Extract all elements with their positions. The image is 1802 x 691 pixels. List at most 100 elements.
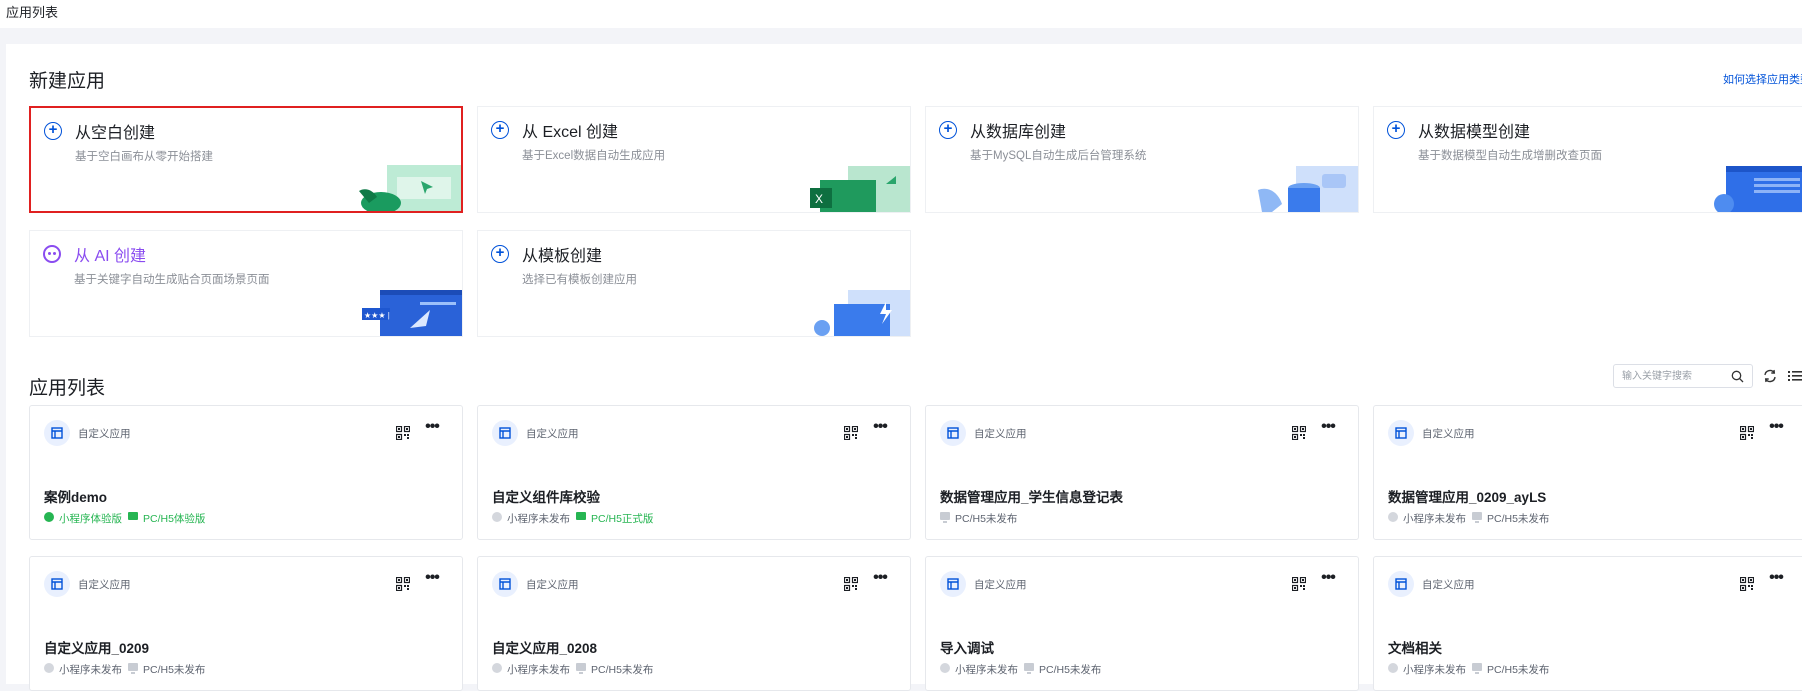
- app-type-label: 自定义应用: [1422, 428, 1475, 440]
- app-type-label: 自定义应用: [526, 579, 579, 591]
- monitor-icon: [576, 512, 586, 520]
- app-type-icon: [940, 571, 966, 597]
- pc-status: PC/H5未发布: [940, 511, 1017, 526]
- database-illustration-icon: [1258, 166, 1358, 212]
- app-card[interactable]: 自定义应用 ••• 自定义应用_0208 小程序未发布 PC/H5未发布: [477, 556, 911, 691]
- miniprogram-status: 小程序未发布: [44, 662, 122, 677]
- miniprogram-status-text: 小程序未发布: [955, 664, 1018, 676]
- plus-circle-icon: +: [491, 245, 509, 263]
- page-title: 应用列表: [6, 5, 59, 20]
- more-icon[interactable]: •••: [422, 570, 442, 591]
- qrcode-icon[interactable]: [395, 576, 411, 592]
- status-dot-icon: [492, 512, 502, 522]
- miniprogram-status: 小程序未发布: [492, 662, 570, 677]
- more-icon[interactable]: •••: [422, 419, 442, 440]
- svg-text:★★★ |: ★★★ |: [364, 311, 390, 320]
- app-type-icon: [940, 420, 966, 446]
- card-subtitle: 基于MySQL自动生成后台管理系统: [970, 150, 1147, 162]
- app-type-label: 自定义应用: [78, 428, 131, 440]
- refresh-icon[interactable]: [1762, 368, 1778, 384]
- create-blank-card[interactable]: + 从空白创建 基于空白画布从零开始搭建: [29, 106, 463, 213]
- status-dot-icon: [1388, 512, 1398, 522]
- miniprogram-status-text: 小程序未发布: [1403, 664, 1466, 676]
- qrcode-icon[interactable]: [1291, 425, 1307, 441]
- pc-status: PC/H5未发布: [576, 662, 653, 677]
- app-name: 自定义应用_0209: [44, 641, 150, 656]
- card-subtitle: 基于Excel数据自动生成应用: [522, 150, 666, 162]
- create-template-card[interactable]: + 从模板创建 选择已有模板创建应用: [477, 230, 911, 337]
- app-type-label: 自定义应用: [78, 579, 131, 591]
- help-link[interactable]: 如何选择应用类型?: [1723, 71, 1802, 87]
- ai-illustration-icon: ★★★ |: [362, 290, 462, 336]
- more-icon[interactable]: •••: [1766, 419, 1786, 440]
- monitor-icon: [576, 663, 586, 674]
- monitor-icon: [1024, 663, 1034, 674]
- pc-status: PC/H5体验版: [128, 511, 205, 526]
- list-toolbar: [1613, 364, 1802, 388]
- card-title: 从数据库创建: [970, 124, 1067, 141]
- more-icon[interactable]: •••: [1318, 570, 1338, 591]
- search-input[interactable]: [1622, 369, 1722, 384]
- app-card[interactable]: 自定义应用 ••• 案例demo 小程序体验版 PC/H5体验版: [29, 405, 463, 540]
- more-icon[interactable]: •••: [1766, 570, 1786, 591]
- app-type-icon: [44, 571, 70, 597]
- qrcode-icon[interactable]: [1739, 576, 1755, 592]
- app-type-icon: [492, 420, 518, 446]
- pc-status-text: PC/H5未发布: [143, 664, 206, 676]
- qrcode-icon[interactable]: [1739, 425, 1755, 441]
- app-card[interactable]: 自定义应用 ••• 自定义组件库校验 小程序未发布 PC/H5正式版: [477, 405, 911, 540]
- qrcode-icon[interactable]: [843, 425, 859, 441]
- monitor-icon: [1472, 512, 1482, 523]
- app-name: 文档相关: [1388, 641, 1442, 656]
- create-database-card[interactable]: + 从数据库创建 基于MySQL自动生成后台管理系统: [925, 106, 1359, 213]
- app-card[interactable]: 自定义应用 ••• 导入调试 小程序未发布 PC/H5未发布: [925, 556, 1359, 691]
- excel-illustration-icon: X: [810, 166, 910, 212]
- pc-status: PC/H5正式版: [576, 511, 653, 526]
- app-type-label: 自定义应用: [974, 428, 1027, 440]
- list-section-title: 应用列表: [29, 378, 106, 399]
- card-subtitle: 基于空白画布从零开始搭建: [75, 151, 213, 163]
- top-bar: 应用列表: [0, 0, 1802, 28]
- app-type-icon: [492, 571, 518, 597]
- blank-canvas-illustration-icon: [359, 165, 461, 211]
- create-section-title: 新建应用: [29, 71, 106, 92]
- create-excel-card[interactable]: + 从 Excel 创建 基于Excel数据自动生成应用 X: [477, 106, 911, 213]
- more-icon[interactable]: •••: [870, 570, 890, 591]
- search-box: [1613, 364, 1753, 388]
- app-card[interactable]: 自定义应用 ••• 文档相关 小程序未发布 PC/H5未发布: [1373, 556, 1802, 691]
- qrcode-icon[interactable]: [843, 576, 859, 592]
- template-illustration-icon: [814, 290, 910, 336]
- datamodel-illustration-icon: [1714, 166, 1802, 212]
- pc-status-text: PC/H5未发布: [1487, 664, 1550, 676]
- miniprogram-status: 小程序未发布: [492, 511, 570, 526]
- card-subtitle: 基于关键字自动生成贴合页面场景页面: [74, 274, 270, 286]
- monitor-icon: [128, 512, 138, 520]
- plus-circle-icon: +: [44, 122, 62, 140]
- app-card[interactable]: 自定义应用 ••• 数据管理应用_学生信息登记表 PC/H5未发布: [925, 405, 1359, 540]
- pc-status: PC/H5未发布: [1472, 662, 1549, 677]
- plus-circle-icon: +: [939, 121, 957, 139]
- card-title: 从空白创建: [75, 125, 156, 142]
- search-icon[interactable]: [1731, 370, 1744, 383]
- monitor-icon: [1472, 663, 1482, 674]
- miniprogram-status-text: 小程序体验版: [59, 513, 122, 525]
- status-dot-icon: [44, 663, 54, 673]
- card-title: 从 Excel 创建: [522, 124, 619, 141]
- list-view-icon[interactable]: [1787, 368, 1802, 384]
- create-ai-card[interactable]: 从 AI 创建 基于关键字自动生成贴合页面场景页面 ★★★ |: [29, 230, 463, 337]
- qrcode-icon[interactable]: [395, 425, 411, 441]
- more-icon[interactable]: •••: [870, 419, 890, 440]
- app-card[interactable]: 自定义应用 ••• 数据管理应用_0209_ayLS 小程序未发布 PC/H5未发布: [1373, 405, 1802, 540]
- status-dot-icon: [44, 512, 54, 522]
- more-icon[interactable]: •••: [1318, 419, 1338, 440]
- pc-status: PC/H5未发布: [1024, 662, 1101, 677]
- svg-text:X: X: [815, 192, 823, 206]
- pc-status-text: PC/H5未发布: [591, 664, 654, 676]
- monitor-icon: [940, 512, 950, 523]
- miniprogram-status: 小程序未发布: [1388, 511, 1466, 526]
- app-card[interactable]: 自定义应用 ••• 自定义应用_0209 小程序未发布 PC/H5未发布: [29, 556, 463, 691]
- create-datamodel-card[interactable]: + 从数据模型创建 基于数据模型自动生成增删改查页面: [1373, 106, 1802, 213]
- plus-circle-icon: +: [491, 121, 509, 139]
- qrcode-icon[interactable]: [1291, 576, 1307, 592]
- miniprogram-status-text: 小程序未发布: [59, 664, 122, 676]
